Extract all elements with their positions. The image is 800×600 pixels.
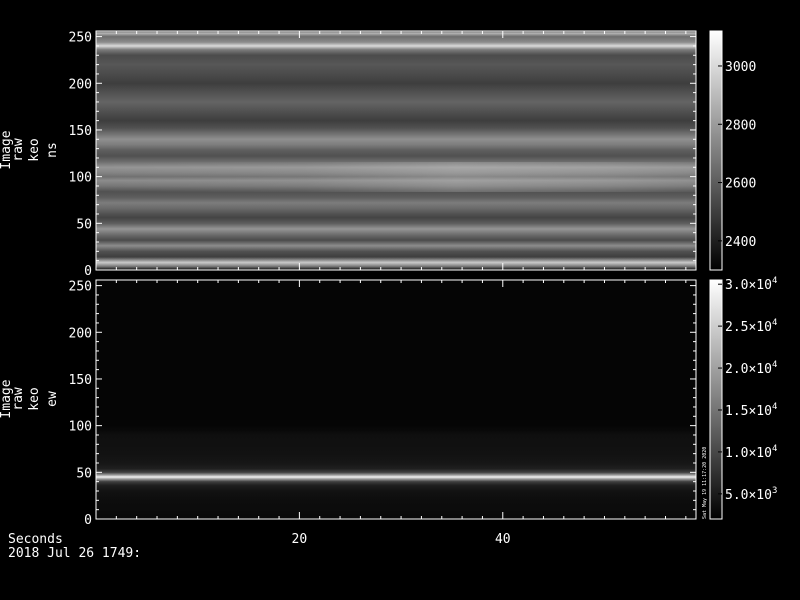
timestamp-stamp: Sat May 19 11:17:20 2020 bbox=[702, 447, 708, 519]
y-label-ew-line: raw bbox=[11, 387, 26, 411]
colorbar-tick-label: 2400 bbox=[725, 235, 756, 250]
colorbar-tick-exponent: 4 bbox=[772, 402, 777, 412]
colorbar-tick-exponent: 4 bbox=[772, 360, 777, 370]
colorbar-tick-label: 2600 bbox=[725, 177, 756, 192]
colorbar-tick-exponent: 4 bbox=[772, 318, 777, 328]
colorbar-tick-label: 2.5×104 bbox=[725, 318, 777, 335]
panel-ew: 0 50 100 150 200 250 20 40 Image raw keo ew 5.… bbox=[0, 276, 777, 547]
x-tick-label: 40 bbox=[495, 532, 511, 547]
y-tick-label: 150 bbox=[69, 373, 92, 388]
y-tick-label: 200 bbox=[69, 77, 92, 92]
y-tick-label: 50 bbox=[76, 466, 92, 481]
y-tick-label: 0 bbox=[84, 513, 92, 528]
colorbar-tick-label: 3000 bbox=[725, 60, 756, 75]
colorbar-tick-exponent: 3 bbox=[772, 486, 777, 496]
chart-canvas: 050100150200250 Image raw keo ns 2400260… bbox=[0, 30, 777, 561]
colorbar-ew bbox=[709, 279, 723, 520]
colorbar-tick-label: 2800 bbox=[725, 118, 756, 133]
colorbar-tick-label: 3.0×104 bbox=[725, 276, 777, 293]
x-tick-label: 20 bbox=[292, 532, 308, 547]
panel-ns: 0 50 100 150 200 250 Image raw keo ns 2400 260… bbox=[0, 30, 756, 279]
wave-overlay-ns bbox=[96, 162, 696, 192]
y-tick-label: 100 bbox=[69, 420, 92, 435]
y-tick-label: 150 bbox=[69, 124, 92, 139]
colorbar-tick-exponent: 4 bbox=[772, 276, 777, 286]
colorbar-tick-label: 2.0×104 bbox=[725, 360, 777, 377]
colorbar-tick-label: 5.0×103 bbox=[725, 486, 777, 503]
colorbar-tick-exponent: 4 bbox=[772, 444, 777, 454]
y-tick-label: 0 bbox=[84, 264, 92, 279]
y-label-ew-line: ew bbox=[45, 391, 60, 407]
y-label-ns-line: raw bbox=[11, 138, 26, 162]
colorbar-ns bbox=[709, 30, 723, 271]
colorbar-ticks-ew: 5.0×103 1.0×104 1.5×104 2.0×104 2.5×104 3.0×1… bbox=[718, 276, 777, 503]
y-label-ns: Image raw keo ns bbox=[0, 130, 60, 169]
y-label-ew: Image raw keo ew bbox=[0, 379, 60, 418]
y-label-ew-line: keo bbox=[27, 387, 42, 410]
date-label: 2018 Jul 26 1749: bbox=[8, 546, 141, 561]
x-axis-label: Seconds bbox=[8, 532, 63, 547]
y-label-ns-line: keo bbox=[27, 138, 42, 161]
heatmap-ew bbox=[96, 280, 696, 519]
colorbar-ticks-ns: 2400 2600 2800 3000 bbox=[718, 60, 756, 250]
y-tick-label: 250 bbox=[69, 31, 92, 46]
heatmap-ns bbox=[96, 31, 696, 270]
y-label-ns-line: ns bbox=[45, 142, 60, 158]
y-tick-label: 50 bbox=[76, 217, 92, 232]
colorbar-tick-label: 1.5×104 bbox=[725, 402, 777, 419]
colorbar-tick-label: 1.0×104 bbox=[725, 444, 777, 461]
y-tick-label: 250 bbox=[69, 280, 92, 295]
y-tick-label: 200 bbox=[69, 326, 92, 341]
y-tick-label: 100 bbox=[69, 171, 92, 186]
